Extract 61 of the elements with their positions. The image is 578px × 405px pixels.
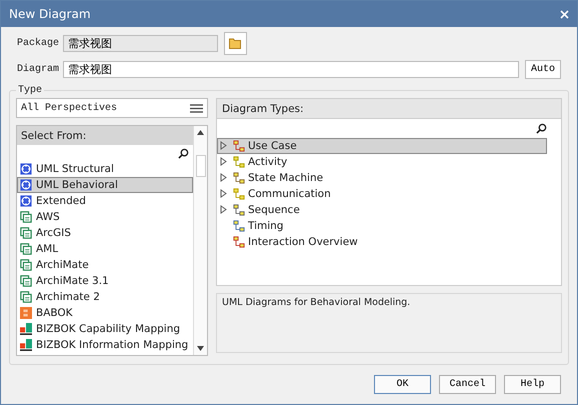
list-header: Select From:: [17, 126, 193, 145]
diagram-icon: [233, 140, 245, 152]
block-icon: [20, 307, 32, 319]
field-label: Package: [17, 38, 57, 48]
list-item[interactable]: BABOK: [17, 305, 193, 321]
group-label: Type: [17, 85, 44, 96]
diagram-icon: [233, 188, 245, 200]
diagram-icon: [233, 236, 245, 248]
dialog-button[interactable]: Cancel: [439, 375, 496, 394]
perspective-dropdown[interactable]: All Perspectives: [16, 98, 208, 118]
list-item[interactable]: ArchiMate 3.1: [17, 273, 193, 289]
diagram-icon: [20, 275, 32, 287]
blocks-icon: [20, 323, 32, 335]
diagram-icon: [20, 291, 32, 303]
network-icon: [20, 163, 32, 175]
tree-item[interactable]: Communication: [217, 186, 547, 202]
dialog-button[interactable]: OK: [374, 375, 431, 394]
scrollbar[interactable]: [193, 126, 207, 355]
list-item[interactable]: BIZBOK Capability Mapping: [17, 321, 193, 337]
folder-icon: [229, 37, 242, 49]
tree-item[interactable]: Sequence: [217, 202, 547, 218]
blocks-icon: [20, 339, 32, 351]
list-item[interactable]: BIZBOK Information Mapping: [17, 337, 193, 353]
tree-item[interactable]: State Machine: [217, 170, 547, 186]
diagram-icon: [20, 243, 32, 255]
diagram-icon: [20, 259, 32, 271]
network-icon: [20, 195, 32, 207]
description-text: UML Diagrams for Behavioral Modeling.: [216, 293, 562, 353]
diagram-icon: [233, 220, 245, 232]
diagram-icon: [20, 227, 32, 239]
scroll-up-icon[interactable]: [197, 130, 204, 135]
menu-icon: [190, 104, 203, 112]
scroll-thumb[interactable]: [196, 154, 206, 176]
package-field[interactable]: 需求视图: [63, 34, 218, 52]
list-item[interactable]: ArchiMate: [17, 257, 193, 273]
tree-item[interactable]: Timing: [217, 218, 547, 234]
auto-button[interactable]: Auto: [524, 60, 561, 78]
diagram-icon: [233, 172, 245, 184]
diagram-icon: [233, 204, 245, 216]
tree-item[interactable]: Interaction Overview: [217, 234, 547, 250]
diagram-icon: [20, 211, 32, 223]
list-item[interactable]: ArcGIS: [17, 225, 193, 241]
browse-button[interactable]: [224, 32, 247, 54]
list-item[interactable]: AWS: [17, 209, 193, 225]
panel-header: Diagram Types:: [217, 99, 561, 119]
dialog-button[interactable]: Help: [504, 375, 561, 394]
search-icon[interactable]: [536, 123, 547, 134]
list-item[interactable]: UML Behavioral: [17, 177, 193, 193]
field-label: Diagram: [17, 64, 57, 74]
window-title: New Diagram: [9, 7, 91, 21]
list-item[interactable]: Extended: [17, 193, 193, 209]
list-item[interactable]: Archimate 2: [17, 289, 193, 305]
tree-item[interactable]: Activity: [217, 154, 547, 170]
list-item[interactable]: UML Structural: [17, 161, 193, 177]
tree-item[interactable]: Use Case: [217, 138, 547, 154]
search-icon[interactable]: [178, 148, 189, 158]
diagram-icon: [233, 156, 245, 168]
scroll-down-icon[interactable]: [197, 346, 204, 351]
network-icon: [20, 179, 32, 191]
diagram-field[interactable]: 需求视图: [63, 60, 519, 78]
list-item[interactable]: AML: [17, 241, 193, 257]
